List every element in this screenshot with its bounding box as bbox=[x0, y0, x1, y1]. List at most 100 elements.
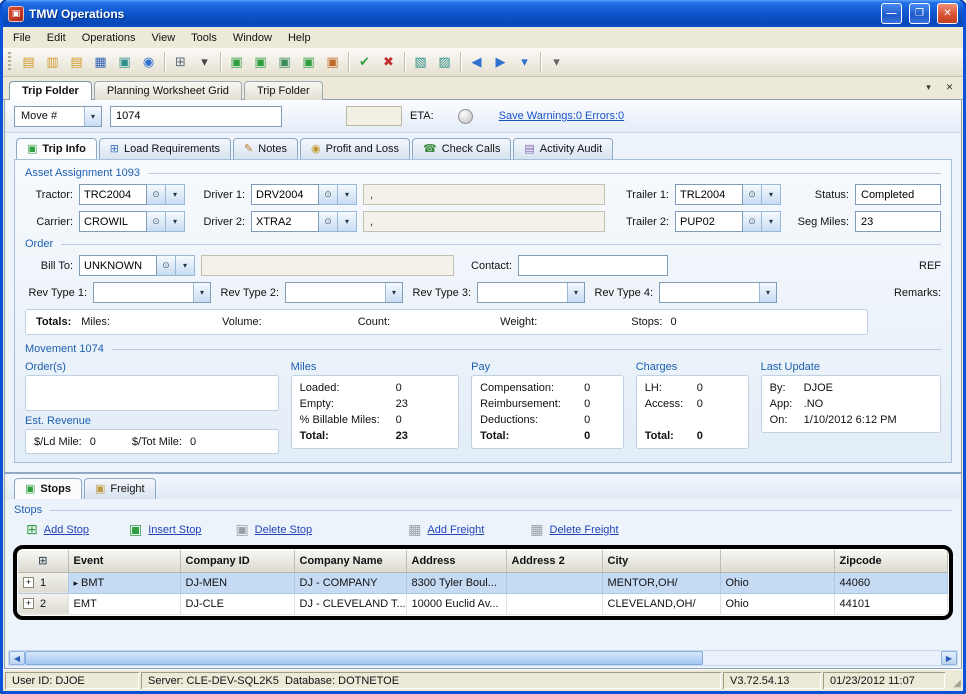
row-1-header[interactable]: +1 bbox=[18, 572, 68, 593]
tractor-lookup-icon[interactable] bbox=[147, 184, 166, 205]
contact-input[interactable] bbox=[518, 255, 668, 276]
tab-trip-info[interactable]: ▣ Trip Info bbox=[16, 138, 97, 159]
rev-type1-select[interactable] bbox=[93, 282, 211, 303]
tab-stops[interactable]: ▣ Stops bbox=[14, 478, 82, 499]
row-2-event[interactable]: EMT bbox=[68, 593, 180, 614]
merge-trip-icon[interactable]: ▨ bbox=[433, 51, 456, 74]
rev-type2-select[interactable] bbox=[285, 282, 403, 303]
row-1-event[interactable]: ▸BMT bbox=[68, 572, 180, 593]
orders-box[interactable] bbox=[25, 375, 279, 411]
scrollbar-thumb[interactable] bbox=[25, 651, 703, 665]
assign-tractor-icon[interactable]: ▣ bbox=[249, 51, 272, 74]
carrier-dropdown-icon[interactable] bbox=[166, 211, 185, 232]
menu-file[interactable]: File bbox=[5, 29, 39, 47]
rev-type4-dropdown-icon[interactable] bbox=[759, 283, 776, 302]
move-type-select[interactable]: Move # bbox=[14, 106, 102, 127]
driver2-dropdown-icon[interactable] bbox=[338, 211, 357, 232]
new-icon[interactable]: ▤ bbox=[17, 51, 40, 74]
complete-trip-icon[interactable]: ✔ bbox=[353, 51, 376, 74]
add-stop-link[interactable]: Add Stop bbox=[44, 524, 89, 536]
tab-trip-folder-2[interactable]: Trip Folder bbox=[244, 81, 323, 100]
driver2-input[interactable] bbox=[251, 211, 319, 232]
bill-to-lookup-icon[interactable] bbox=[157, 255, 176, 276]
insert-stop-action[interactable]: ▣ Insert Stop bbox=[129, 521, 201, 538]
row-2-header[interactable]: +2 bbox=[18, 593, 68, 614]
rev-type3-select[interactable] bbox=[477, 282, 585, 303]
col-event[interactable]: Event bbox=[68, 550, 180, 572]
row-1-state[interactable]: Ohio bbox=[720, 572, 834, 593]
col-company-id[interactable]: Company ID bbox=[180, 550, 294, 572]
history-dropdown-icon[interactable]: ▾ bbox=[513, 51, 536, 74]
col-address-2[interactable]: Address 2 bbox=[506, 550, 602, 572]
driver2-lookup-icon[interactable] bbox=[319, 211, 338, 232]
row-1-city[interactable]: MENTOR,OH/ bbox=[602, 572, 720, 593]
trailer1-lookup-icon[interactable] bbox=[743, 184, 762, 205]
rev-type2-dropdown-icon[interactable] bbox=[385, 283, 402, 302]
minimize-button[interactable]: — bbox=[881, 3, 902, 24]
toolbar-grip[interactable] bbox=[8, 52, 11, 72]
menu-operations[interactable]: Operations bbox=[74, 29, 144, 47]
assign-driver-icon[interactable]: ▣ bbox=[225, 51, 248, 74]
col-zipcode[interactable]: Zipcode bbox=[834, 550, 948, 572]
row-2-address[interactable]: 10000 Euclid Av... bbox=[406, 593, 506, 614]
row-1-address-2[interactable] bbox=[506, 572, 602, 593]
split-trip-icon[interactable]: ▧ bbox=[409, 51, 432, 74]
driver1-lookup-icon[interactable] bbox=[319, 184, 338, 205]
col-state[interactable] bbox=[720, 550, 834, 572]
tab-trip-folder[interactable]: Trip Folder bbox=[9, 81, 92, 100]
copy-window-icon[interactable]: ▣ bbox=[113, 51, 136, 74]
menu-tools[interactable]: Tools bbox=[183, 29, 225, 47]
row-1-expand-icon[interactable]: + bbox=[23, 577, 34, 588]
trailer1-dropdown-icon[interactable] bbox=[762, 184, 781, 205]
move-number-input[interactable] bbox=[110, 106, 282, 127]
scroll-right-icon[interactable]: ▶ bbox=[941, 651, 957, 665]
bill-to-input[interactable] bbox=[79, 255, 157, 276]
tab-profit-and-loss[interactable]: ◉ Profit and Loss bbox=[300, 138, 410, 159]
trailer2-dropdown-icon[interactable] bbox=[762, 211, 781, 232]
menu-help[interactable]: Help bbox=[280, 29, 319, 47]
app-icon[interactable]: ▣ bbox=[8, 6, 24, 22]
toolbar-options-icon[interactable]: ▾ bbox=[545, 51, 568, 74]
trailer2-combo[interactable] bbox=[675, 211, 781, 232]
assign-trailer-icon[interactable]: ▣ bbox=[273, 51, 296, 74]
delete-stop-action[interactable]: ▣ Delete Stop bbox=[235, 521, 312, 538]
forward-icon[interactable]: ▶ bbox=[489, 51, 512, 74]
col-address[interactable]: Address bbox=[406, 550, 506, 572]
tab-activity-audit[interactable]: ▤ Activity Audit bbox=[513, 138, 613, 159]
back-icon[interactable]: ◀ bbox=[465, 51, 488, 74]
seg-miles-input[interactable] bbox=[855, 211, 941, 232]
add-freight-action[interactable]: ▦ Add Freight bbox=[408, 521, 484, 538]
row-1-company-id[interactable]: DJ-MEN bbox=[180, 572, 294, 593]
tab-check-calls[interactable]: ☎ Check Calls bbox=[412, 138, 511, 159]
row-2-city[interactable]: CLEVELAND,OH/ bbox=[602, 593, 720, 614]
stop-row-2[interactable]: +2 EMT DJ-CLE DJ - CLEVELAND T... 10000 … bbox=[18, 593, 948, 614]
assign-carrier-icon[interactable]: ▣ bbox=[297, 51, 320, 74]
carrier-combo[interactable] bbox=[79, 211, 185, 232]
tab-load-requirements[interactable]: ⊞ Load Requirements bbox=[99, 138, 231, 159]
tab-list-dropdown-icon[interactable]: ▾ bbox=[921, 80, 936, 94]
info-icon[interactable]: ◉ bbox=[137, 51, 160, 74]
carrier-lookup-icon[interactable] bbox=[147, 211, 166, 232]
unassign-icon[interactable]: ▣ bbox=[321, 51, 344, 74]
tab-notes[interactable]: ✎ Notes bbox=[233, 138, 298, 159]
cancel-trip-icon[interactable]: ✖ bbox=[377, 51, 400, 74]
trailer2-lookup-icon[interactable] bbox=[743, 211, 762, 232]
driver1-input[interactable] bbox=[251, 184, 319, 205]
trailer2-input[interactable] bbox=[675, 211, 743, 232]
horizontal-scrollbar[interactable]: ◀ ▶ bbox=[8, 650, 958, 666]
delete-stop-link[interactable]: Delete Stop bbox=[255, 524, 312, 536]
delete-freight-action[interactable]: ▦ Delete Freight bbox=[530, 521, 618, 538]
insert-stop-link[interactable]: Insert Stop bbox=[148, 524, 201, 536]
row-1-company-name[interactable]: DJ - COMPANY bbox=[294, 572, 406, 593]
add-stop-action[interactable]: ⊞ Add Stop bbox=[26, 521, 89, 538]
rev-type4-select[interactable] bbox=[659, 282, 777, 303]
rev-type1-dropdown-icon[interactable] bbox=[193, 283, 210, 302]
scroll-left-icon[interactable]: ◀ bbox=[9, 651, 25, 665]
row-2-company-id[interactable]: DJ-CLE bbox=[180, 593, 294, 614]
tab-freight[interactable]: ▣ Freight bbox=[84, 478, 156, 499]
row-2-company-name[interactable]: DJ - CLEVELAND T... bbox=[294, 593, 406, 614]
grid-selector-icon[interactable]: ⊞ bbox=[18, 550, 68, 572]
col-company-name[interactable]: Company Name bbox=[294, 550, 406, 572]
menu-view[interactable]: View bbox=[144, 29, 184, 47]
menu-window[interactable]: Window bbox=[225, 29, 280, 47]
